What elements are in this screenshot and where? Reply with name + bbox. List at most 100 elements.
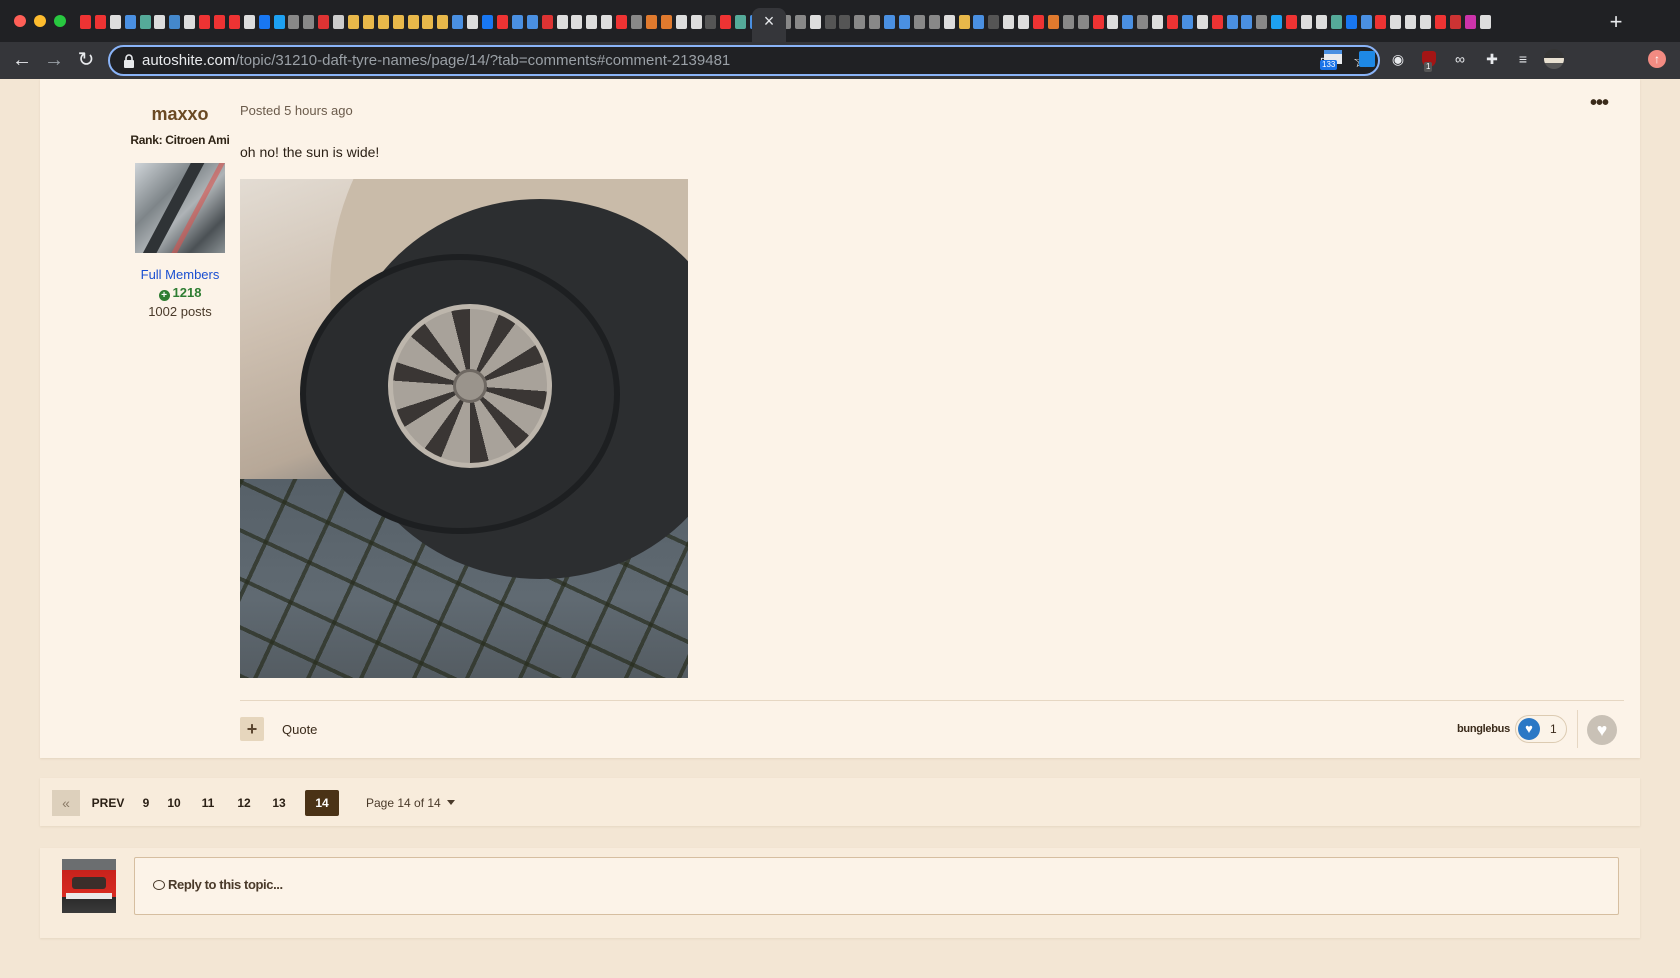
update-alert-icon[interactable]: ↑ [1646, 48, 1668, 70]
tab-favicon[interactable] [467, 15, 479, 29]
tab-favicon[interactable] [1018, 15, 1030, 29]
tab-favicon[interactable] [690, 15, 702, 29]
tab-favicon[interactable] [988, 15, 1000, 29]
tab-favicon[interactable] [392, 15, 404, 29]
current-page[interactable]: 14 [305, 790, 339, 816]
pinned-tabs[interactable] [80, 15, 1580, 31]
tab-favicon[interactable] [854, 15, 866, 29]
tab-favicon[interactable] [884, 15, 896, 29]
tab-favicon[interactable] [958, 15, 970, 29]
tab-favicon[interactable] [422, 15, 434, 29]
tab-favicon[interactable] [913, 15, 925, 29]
calendar-extension-icon[interactable]: 133 [1320, 48, 1344, 70]
tab-favicon[interactable] [898, 15, 910, 29]
maximize-window-button[interactable] [54, 15, 66, 27]
tab-favicon[interactable] [362, 15, 374, 29]
minimize-window-button[interactable] [34, 15, 46, 27]
tab-favicon[interactable] [228, 15, 240, 29]
tab-favicon[interactable] [1211, 15, 1223, 29]
tab-favicon[interactable] [1092, 15, 1104, 29]
back-arrow-icon[interactable]: ← [8, 46, 36, 74]
tab-favicon[interactable] [1360, 15, 1372, 29]
tab-favicon[interactable] [943, 15, 955, 29]
tab-favicon[interactable] [1047, 15, 1059, 29]
tab-favicon[interactable] [348, 15, 360, 29]
tab-favicon[interactable] [169, 15, 181, 29]
tab-favicon[interactable] [124, 15, 136, 29]
page-link-13[interactable]: 13 [267, 790, 291, 816]
tab-close-icon[interactable]: × [760, 11, 778, 31]
tab-favicon[interactable] [1390, 15, 1402, 29]
address-bar[interactable]: autoshite.com/topic/31210-daft-tyre-name… [108, 45, 1380, 76]
tab-favicon[interactable] [571, 15, 583, 29]
author-avatar[interactable] [135, 163, 225, 253]
tab-favicon[interactable] [1003, 15, 1015, 29]
tab-favicon[interactable] [720, 15, 732, 29]
tab-favicon[interactable] [199, 15, 211, 29]
reload-icon[interactable]: ↻ [72, 46, 100, 74]
page-link-11[interactable]: 11 [196, 790, 220, 816]
tab-favicon[interactable] [1435, 15, 1447, 29]
tab-favicon[interactable] [1375, 15, 1387, 29]
forward-arrow-icon[interactable]: → [40, 46, 68, 74]
tab-favicon[interactable] [1256, 15, 1268, 29]
tab-favicon[interactable] [1315, 15, 1327, 29]
tab-favicon[interactable] [482, 15, 494, 29]
reaction-user-link[interactable]: bunglebus [1457, 723, 1510, 735]
tab-favicon[interactable] [794, 15, 806, 29]
tab-favicon[interactable] [645, 15, 657, 29]
tab-favicon[interactable] [675, 15, 687, 29]
tab-favicon[interactable] [1137, 15, 1149, 29]
tab-favicon[interactable] [333, 15, 345, 29]
tab-favicon[interactable] [1301, 15, 1313, 29]
tab-favicon[interactable] [616, 15, 628, 29]
spectacles-extension-icon[interactable]: ∞ [1449, 48, 1471, 70]
tab-favicon[interactable] [1479, 15, 1491, 29]
tab-favicon[interactable] [1167, 15, 1179, 29]
tab-favicon[interactable] [318, 15, 330, 29]
tab-favicon[interactable] [243, 15, 255, 29]
new-tab-button[interactable]: + [1604, 10, 1628, 34]
close-window-button[interactable] [14, 15, 26, 27]
page-jump-dropdown[interactable]: Page 14 of 14 [366, 790, 455, 816]
tab-favicon[interactable] [1405, 15, 1417, 29]
tab-favicon[interactable] [273, 15, 285, 29]
tab-favicon[interactable] [1226, 15, 1238, 29]
tab-favicon[interactable] [1271, 15, 1283, 29]
current-user-avatar[interactable] [62, 859, 116, 913]
tab-favicon[interactable] [288, 15, 300, 29]
tab-favicon[interactable] [1107, 15, 1119, 29]
react-heart-button[interactable]: ♥ [1587, 715, 1617, 745]
post-timestamp[interactable]: Posted 5 hours ago [240, 103, 353, 118]
tab-favicon[interactable] [1181, 15, 1193, 29]
tab-favicon[interactable] [601, 15, 613, 29]
tab-favicon[interactable] [1241, 15, 1253, 29]
reaction-summary[interactable]: ♥ 1 [1515, 715, 1567, 743]
reply-input[interactable]: Reply to this topic... [134, 857, 1619, 915]
tab-favicon[interactable] [94, 15, 106, 29]
tab-favicon[interactable] [928, 15, 940, 29]
tab-favicon[interactable] [839, 15, 851, 29]
tab-favicon[interactable] [705, 15, 717, 29]
page-link-12[interactable]: 12 [232, 790, 256, 816]
tab-favicon[interactable] [809, 15, 821, 29]
quote-button[interactable]: Quote [282, 722, 317, 737]
tab-favicon[interactable] [303, 15, 315, 29]
tab-favicon[interactable] [660, 15, 672, 29]
page-link-9[interactable]: 9 [136, 790, 156, 816]
tab-favicon[interactable] [526, 15, 538, 29]
page-link-10[interactable]: 10 [162, 790, 186, 816]
tab-favicon[interactable] [1330, 15, 1342, 29]
multiquote-plus-button[interactable]: + [240, 717, 264, 741]
post-options-ellipsis-icon[interactable]: ••• [1587, 93, 1611, 113]
ublock-extension-icon[interactable]: 1 [1418, 48, 1440, 72]
url-text[interactable]: autoshite.com/topic/31210-daft-tyre-name… [142, 51, 730, 71]
puzzle-extensions-icon[interactable]: ✚ [1481, 48, 1503, 70]
tab-favicon[interactable] [452, 15, 464, 29]
tab-favicon[interactable] [630, 15, 642, 29]
tab-favicon[interactable] [511, 15, 523, 29]
tab-favicon[interactable] [586, 15, 598, 29]
tab-favicon[interactable] [1464, 15, 1476, 29]
tab-favicon[interactable] [214, 15, 226, 29]
tab-favicon[interactable] [1196, 15, 1208, 29]
